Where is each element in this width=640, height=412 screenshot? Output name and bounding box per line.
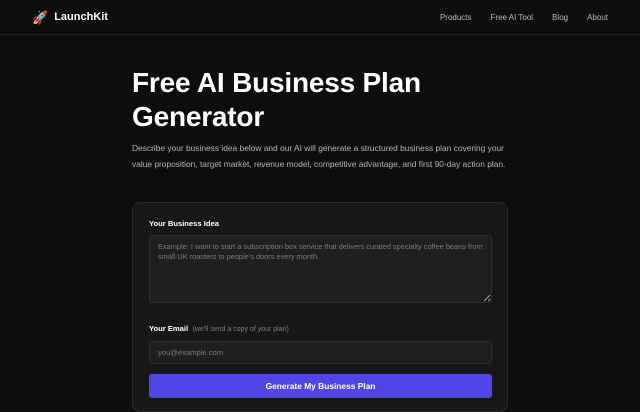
nav-links: Products Free AI Tool Blog About [440, 13, 608, 22]
nav-link-free-ai-tool[interactable]: Free AI Tool [491, 13, 534, 22]
email-label-row: Your Email (we'll send a copy of your pl… [149, 318, 491, 336]
email-hint: (we'll send a copy of your plan) [192, 326, 289, 333]
page-description: Describe your business idea below and ou… [132, 143, 506, 169]
business-idea-textarea[interactable] [149, 235, 492, 303]
email-input[interactable] [149, 341, 492, 364]
generate-plan-button[interactable]: Generate My Business Plan [149, 374, 492, 398]
email-label: Your Email [149, 324, 189, 333]
top-navbar: 🚀 LaunchKit Products Free AI Tool Blog A… [0, 0, 640, 35]
rocket-icon: 🚀 [32, 9, 49, 25]
brand-name: LaunchKit [54, 11, 108, 23]
nav-link-products[interactable]: Products [440, 13, 472, 22]
page-title: Free AI Business Plan Generator [132, 67, 421, 132]
nav-link-about[interactable]: About [587, 13, 608, 22]
business-plan-form: Your Business Idea Your Email (we'll sen… [132, 202, 508, 412]
hero-section: Free AI Business Plan Generator Describe… [132, 66, 508, 172]
brand-logo[interactable]: 🚀 LaunchKit [32, 11, 108, 24]
business-idea-label: Your Business Idea [149, 219, 219, 228]
nav-link-blog[interactable]: Blog [552, 13, 568, 22]
